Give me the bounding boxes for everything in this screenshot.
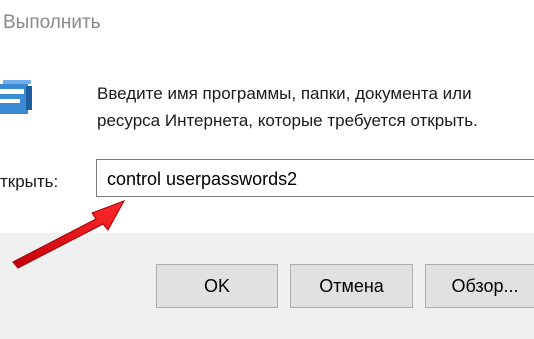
title-bar: Выполнить bbox=[0, 0, 534, 46]
ok-button-label: OK bbox=[203, 275, 230, 296]
description-line-1: Введите имя программы, папки, документа … bbox=[97, 84, 472, 103]
open-label: ткрыть: bbox=[0, 172, 59, 191]
run-dialog: Выполнить Введите имя программы, папки, … bbox=[0, 0, 534, 339]
description-line-2: ресурса Интернета, которые требуется отк… bbox=[97, 111, 478, 130]
cancel-button[interactable]: Отмена bbox=[290, 264, 413, 308]
command-input[interactable]: control userpasswords2 bbox=[96, 159, 534, 197]
browse-button[interactable]: Обзор... bbox=[425, 264, 534, 308]
dropdown-button[interactable] bbox=[522, 160, 534, 196]
run-dialog-icon bbox=[0, 80, 32, 114]
command-input-value[interactable]: control userpasswords2 bbox=[107, 169, 297, 190]
window-title: Выполнить bbox=[3, 12, 101, 33]
cancel-button-label: Отмена bbox=[319, 275, 384, 296]
browse-button-label: Обзор... bbox=[451, 275, 519, 296]
ok-button[interactable]: OK bbox=[156, 264, 278, 308]
dialog-description: Введите имя программы, папки, документа … bbox=[97, 80, 527, 134]
